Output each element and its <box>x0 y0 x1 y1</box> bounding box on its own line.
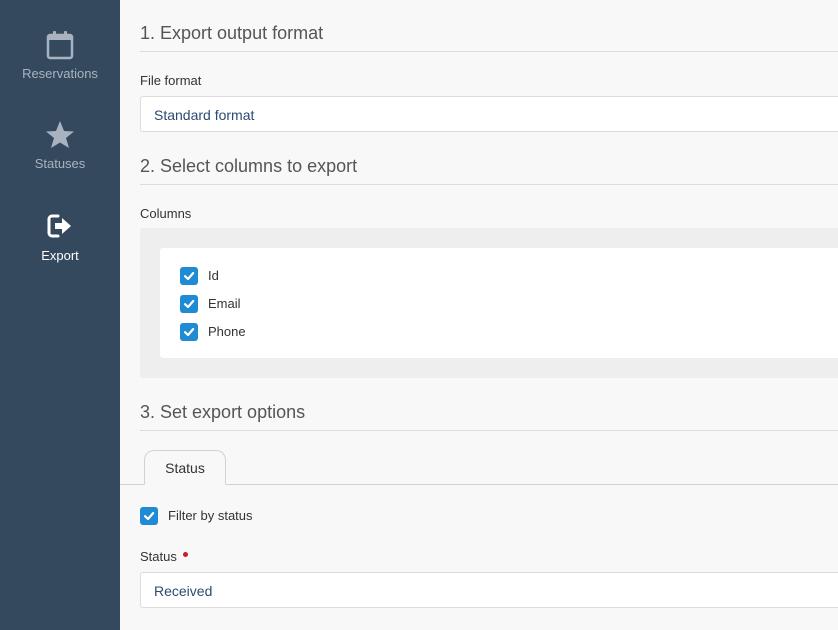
tab-status[interactable]: Status <box>144 450 226 485</box>
columns-list: Id Email Phone <box>160 248 838 358</box>
filter-by-status-checkbox[interactable]: Filter by status <box>140 507 253 525</box>
sidebar-item-reservations[interactable]: Reservations <box>0 30 120 81</box>
checkbox-checked-icon[interactable] <box>180 323 198 341</box>
section-title-columns: 2. Select columns to export <box>140 156 838 185</box>
required-indicator <box>182 552 188 557</box>
column-checkbox-label: Id <box>208 268 219 283</box>
main-content: 1. Export output format File format Stan… <box>120 0 838 630</box>
sidebar-item-label: Statuses <box>34 156 86 171</box>
status-label: Status <box>140 549 188 564</box>
status-select[interactable]: Received <box>140 572 838 608</box>
column-checkbox-label: Email <box>208 296 241 311</box>
checkbox-checked-icon[interactable] <box>140 507 158 525</box>
column-checkbox-phone[interactable]: Phone <box>180 323 246 341</box>
section-title-options: 3. Set export options <box>140 402 838 431</box>
columns-label: Columns <box>140 206 192 221</box>
calendar-icon <box>0 30 120 60</box>
section-title-format: 1. Export output format <box>140 23 838 52</box>
column-checkbox-label: Phone <box>208 324 246 339</box>
star-icon <box>0 120 120 150</box>
sidebar-item-label: Reservations <box>22 66 98 81</box>
sidebar: Reservations Statuses Export <box>0 0 120 630</box>
export-icon <box>0 212 120 242</box>
sidebar-item-statuses[interactable]: Statuses <box>0 120 120 171</box>
checkbox-checked-icon[interactable] <box>180 295 198 313</box>
column-checkbox-email[interactable]: Email <box>180 295 241 313</box>
status-label-text: Status <box>140 549 177 564</box>
tabs-divider <box>120 484 838 485</box>
filter-by-status-label: Filter by status <box>168 508 253 523</box>
checkbox-checked-icon[interactable] <box>180 267 198 285</box>
sidebar-item-export[interactable]: Export <box>0 212 120 263</box>
file-format-select[interactable]: Standard format <box>140 96 838 132</box>
file-format-label: File format <box>140 73 202 88</box>
sidebar-item-label: Export <box>41 248 79 263</box>
column-checkbox-id[interactable]: Id <box>180 267 219 285</box>
columns-panel: Id Email Phone <box>140 228 838 378</box>
